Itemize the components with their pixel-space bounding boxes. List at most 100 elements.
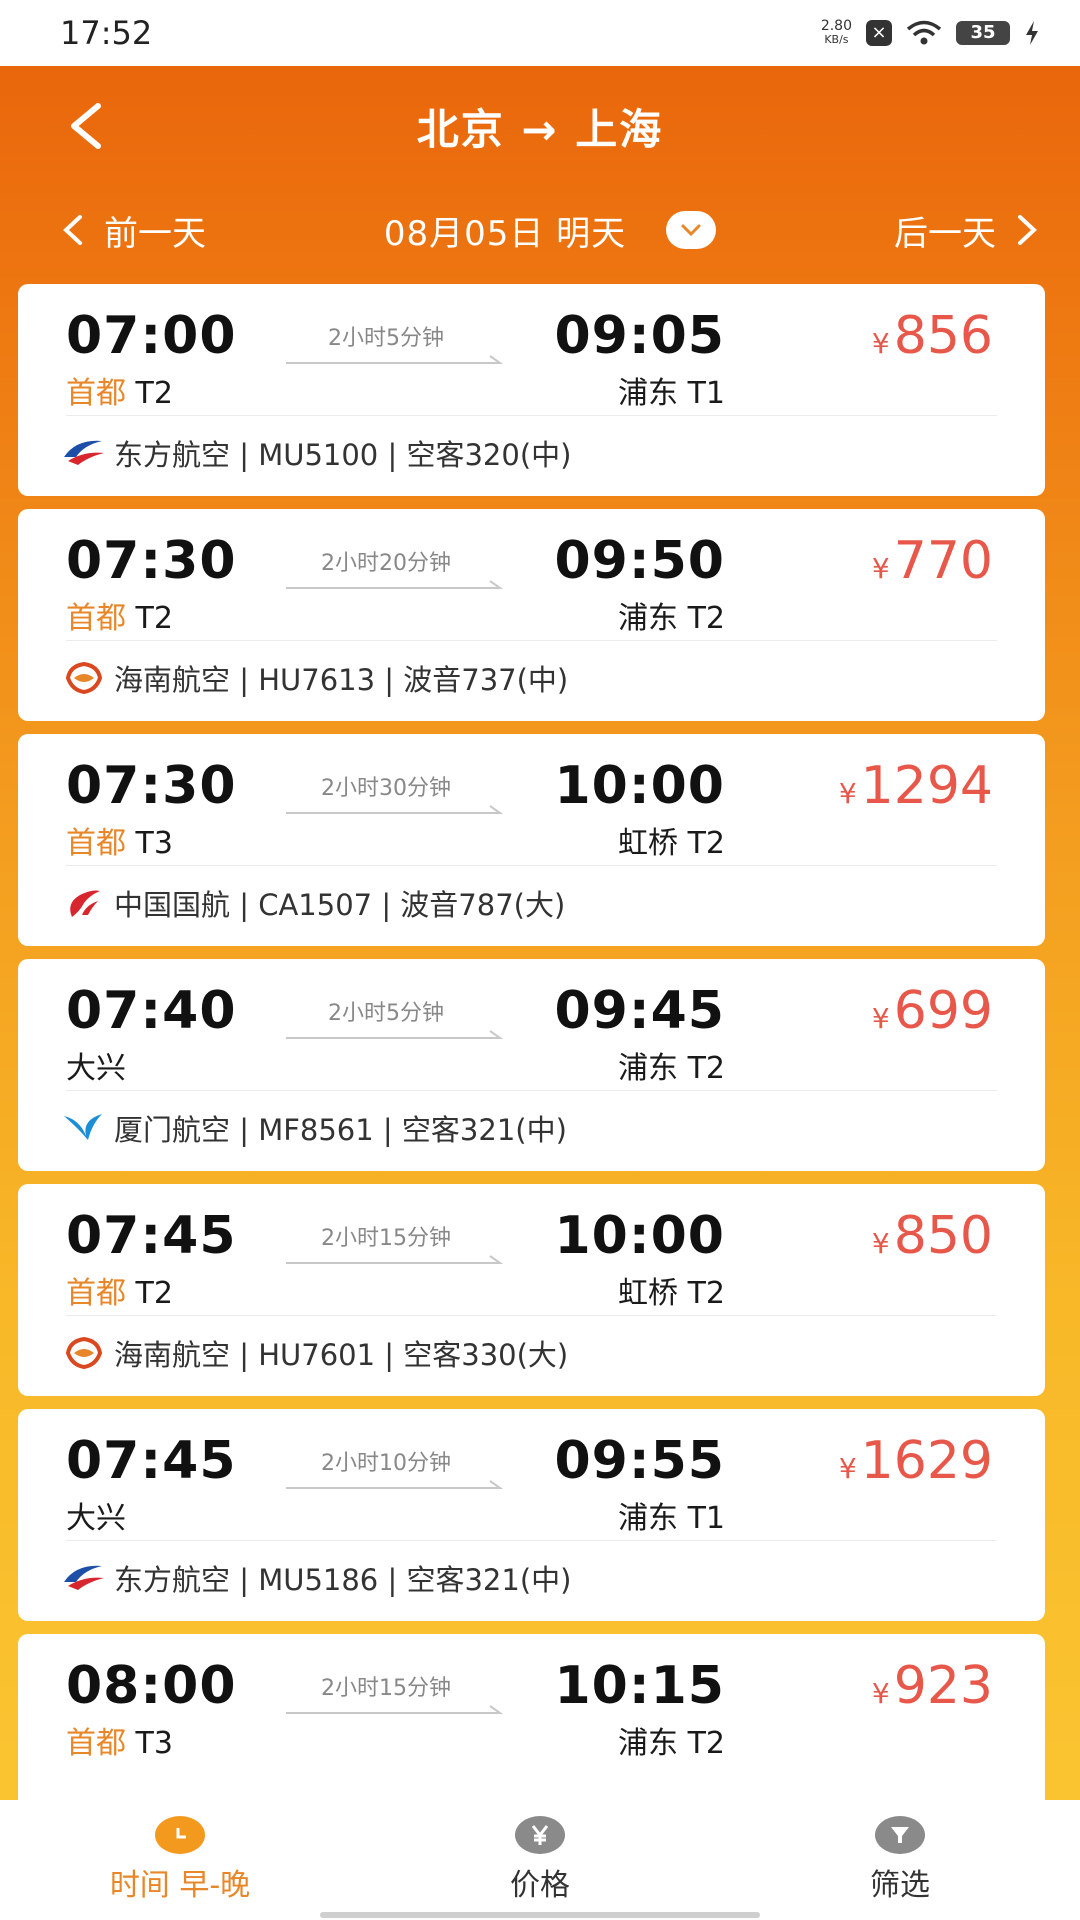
flight-duration: 2小时5分钟: [328, 1001, 444, 1026]
flight-card[interactable]: 07:45 2小时10分钟 09:55 ¥1629 大兴 浦东 T1 东方航空 | MU51…: [18, 1409, 1045, 1621]
battery-icon: 35: [956, 21, 1010, 45]
flight-price: ¥770: [872, 531, 993, 591]
flight-duration: 2小时30分钟: [321, 776, 451, 801]
airline-details: 东方航空 | MU5186 | 空客321(中): [114, 1563, 572, 1597]
status-bar: 17:52 2.80 KB/s × 35: [0, 0, 1080, 66]
currency-symbol: ¥: [871, 327, 890, 360]
flight-price: ¥699: [872, 981, 993, 1041]
arrival-time: 10:00: [554, 756, 725, 816]
departure-airport-name: 大兴: [66, 1051, 126, 1086]
duration-arrow-icon: [286, 1030, 504, 1039]
departure-terminal: T3: [135, 1726, 173, 1761]
arrival-airport: 浦东 T1: [618, 1501, 725, 1536]
network-speed: 2.80 KB/s: [821, 19, 852, 47]
hainan-logo-icon: [62, 1335, 106, 1371]
home-indicator: [320, 1912, 760, 1918]
next-day-button[interactable]: 后一天: [894, 206, 1040, 255]
flight-card[interactable]: 07:30 2小时30分钟 10:00 ¥1294 首都 T3 虹桥 T2 中国国航 | C…: [18, 734, 1045, 946]
prev-day-button[interactable]: 前一天: [60, 206, 206, 255]
price-value: 856: [893, 306, 993, 366]
currency-symbol: ¥: [871, 1002, 890, 1035]
tab-clock[interactable]: 时间 早-晚: [30, 1816, 330, 1904]
network-speed-value: 2.80: [820, 18, 852, 34]
airline-info: 海南航空 | HU7613 | 波音737(中): [62, 657, 568, 699]
flight-card[interactable]: 07:40 2小时5分钟 09:45 ¥699 大兴 浦东 T2 厦门航空 | MF8561…: [18, 959, 1045, 1171]
currency-symbol: ¥: [871, 1227, 890, 1260]
flight-card[interactable]: 07:45 2小时15分钟 10:00 ¥850 首都 T2 虹桥 T2 海南航空 | HU…: [18, 1184, 1045, 1396]
date-dropdown-button[interactable]: [666, 211, 717, 249]
price-value: 923: [893, 1656, 993, 1716]
arrival-time: 09:05: [554, 306, 725, 366]
airline-details: 海南航空 | HU7613 | 波音737(中): [114, 663, 569, 697]
departure-time: 07:45: [66, 1206, 237, 1266]
yen-icon: [515, 1816, 565, 1854]
flight-price: ¥850: [872, 1206, 993, 1266]
network-speed-unit: KB/s: [824, 33, 849, 46]
tab-filter[interactable]: 筛选: [750, 1816, 1050, 1904]
departure-time: 07:30: [66, 756, 237, 816]
back-arrow-icon[interactable]: [58, 94, 118, 158]
departure-time: 07:40: [66, 981, 237, 1041]
arrival-airport: 浦东 T2: [618, 1726, 725, 1761]
price-value: 850: [893, 1206, 993, 1266]
filter-icon: [875, 1816, 925, 1854]
airline-info: 东方航空 | MU5100 | 空客320(中): [62, 432, 571, 474]
departure-airport: 首都 T3: [66, 1718, 173, 1762]
arrival-time: 09:55: [554, 1431, 725, 1491]
flight-price: ¥1629: [839, 1431, 993, 1491]
flight-card[interactable]: 07:00 2小时5分钟 09:05 ¥856 首都 T2 浦东 T1 东方航空 | MU5…: [18, 284, 1045, 496]
currency-symbol: ¥: [838, 777, 857, 810]
flight-duration: 2小时5分钟: [328, 326, 444, 351]
page-title: 北京 → 上海: [416, 104, 664, 154]
airline-info: 厦门航空 | MF8561 | 空客321(中): [62, 1107, 567, 1149]
departure-airport-name: 首都: [66, 376, 126, 411]
duration-arrow-icon: [286, 355, 504, 364]
duration-arrow-icon: [286, 805, 504, 814]
departure-time: 07:00: [66, 306, 237, 366]
departure-airport: 首都 T2: [66, 593, 173, 637]
airline-details: 厦门航空 | MF8561 | 空客321(中): [114, 1113, 567, 1147]
airline-info: 东方航空 | MU5186 | 空客321(中): [62, 1557, 571, 1599]
card-divider: [66, 1090, 997, 1091]
arrival-airport: 浦东 T1: [618, 376, 725, 411]
selected-date: 08月05日 明天: [383, 213, 627, 254]
currency-symbol: ¥: [871, 552, 890, 585]
flight-list: 07:00 2小时5分钟 09:05 ¥856 首都 T2 浦东 T1 东方航空 | MU5…: [18, 284, 1045, 1859]
departure-airport-name: 首都: [66, 601, 126, 636]
departure-airport: 首都 T3: [66, 818, 173, 862]
tab-yen[interactable]: 价格: [390, 1816, 690, 1904]
departure-terminal: T3: [135, 826, 173, 861]
duration-arrow-icon: [286, 1480, 504, 1489]
notification-x-icon: ×: [866, 20, 892, 46]
arrival-time: 09:45: [554, 981, 725, 1041]
arrival-airport: 浦东 T2: [618, 601, 725, 636]
price-value: 1294: [860, 756, 993, 816]
flight-duration: 2小时10分钟: [321, 1451, 451, 1476]
duration-arrow-icon: [286, 580, 504, 589]
currency-symbol: ¥: [871, 1677, 890, 1710]
departure-airport: 大兴: [66, 1043, 126, 1087]
xiamen-logo-icon: [62, 1110, 106, 1146]
header: 北京 → 上海: [0, 66, 1080, 186]
departure-airport-name: 首都: [66, 1276, 126, 1311]
flight-card[interactable]: 07:30 2小时20分钟 09:50 ¥770 首都 T2 浦东 T2 海南航空 | HU…: [18, 509, 1045, 721]
departure-terminal: T2: [135, 601, 173, 636]
china-eastern-logo-icon: [62, 1560, 106, 1596]
departure-time: 07:30: [66, 531, 237, 591]
china-eastern-logo-icon: [62, 435, 106, 471]
flight-price: ¥856: [872, 306, 993, 366]
airline-info: 海南航空 | HU7601 | 空客330(大): [62, 1332, 568, 1374]
arrival-airport: 虹桥 T2: [618, 1276, 725, 1311]
flight-price: ¥1294: [839, 756, 993, 816]
arrival-airport: 浦东 T2: [618, 1051, 725, 1086]
date-selector[interactable]: 08月05日 明天: [383, 206, 717, 255]
departure-airport-name: 首都: [66, 1726, 126, 1761]
flight-duration: 2小时15分钟: [321, 1226, 451, 1251]
chevron-right-icon: [1018, 215, 1037, 245]
card-divider: [66, 1315, 997, 1316]
duration-arrow-icon: [286, 1255, 504, 1264]
wifi-icon: [906, 20, 942, 45]
flight-duration: 2小时20分钟: [321, 551, 451, 576]
price-value: 699: [893, 981, 993, 1041]
airline-details: 东方航空 | MU5100 | 空客320(中): [114, 438, 572, 472]
